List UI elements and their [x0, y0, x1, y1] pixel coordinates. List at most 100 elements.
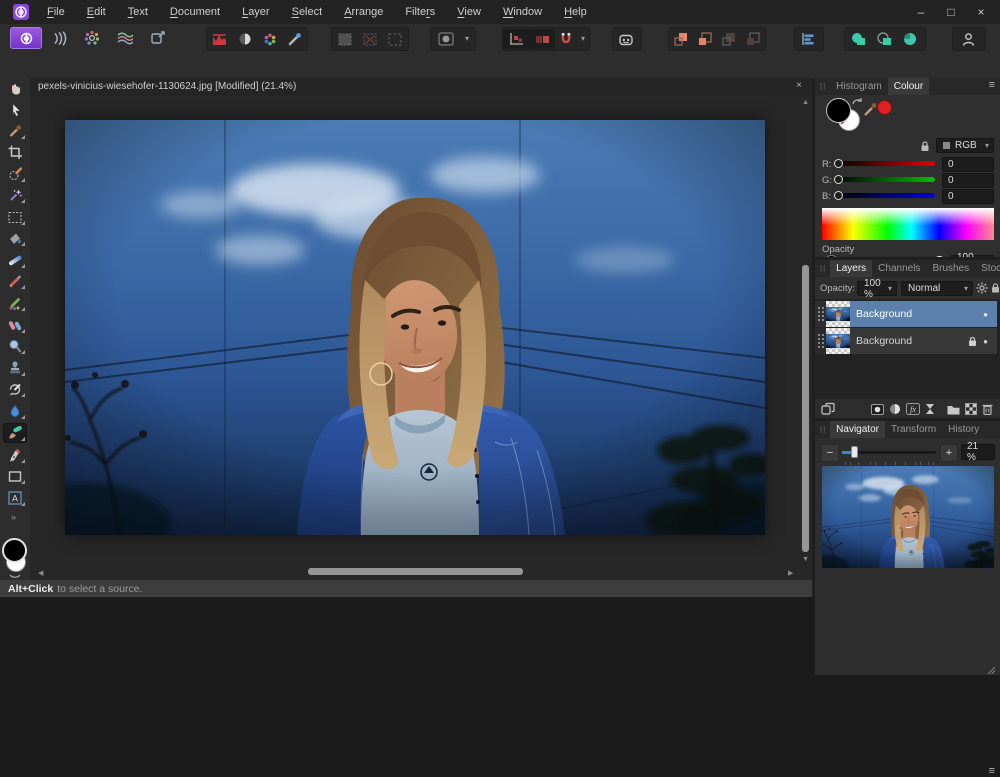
zoom-slider-knob[interactable]: [851, 446, 858, 458]
colour-replacement-brush-tool[interactable]: [3, 293, 27, 313]
panel-grip-icon[interactable]: ||: [820, 425, 826, 434]
green-slider-knob[interactable]: [834, 175, 843, 184]
blue-slider-knob[interactable]: [834, 191, 843, 200]
menu-layer[interactable]: Layer: [231, 6, 281, 18]
geometry-add-button[interactable]: [845, 29, 871, 49]
layer-name[interactable]: Background: [856, 335, 968, 347]
blue-value[interactable]: 0: [942, 189, 994, 204]
layer-row-background-1[interactable]: Background ●: [815, 301, 997, 327]
layer-name[interactable]: Background: [856, 308, 983, 320]
crop-tool[interactable]: [3, 142, 27, 162]
auto-contrast-button[interactable]: [232, 29, 257, 49]
tab-histogram[interactable]: Histogram: [830, 78, 888, 95]
move-forward-button[interactable]: [693, 29, 717, 49]
move-to-front-button[interactable]: [669, 29, 693, 49]
layer-visibility-icon[interactable]: ●: [983, 337, 988, 346]
layer-lock-icon[interactable]: [968, 336, 977, 347]
panel-menu-icon[interactable]: ≡: [989, 765, 995, 777]
red-slider-knob[interactable]: [834, 159, 843, 168]
develop-persona-button[interactable]: [75, 28, 108, 48]
tab-layers[interactable]: Layers: [830, 260, 872, 277]
menu-view[interactable]: View: [446, 6, 492, 18]
pixel-alignment-button[interactable]: [503, 29, 529, 49]
tab-transform[interactable]: Transform: [885, 421, 942, 438]
adjustment-layer-icon[interactable]: [889, 403, 901, 415]
zoom-value[interactable]: 21 %: [961, 444, 995, 460]
auto-white-balance-button[interactable]: [282, 29, 307, 49]
lock-icon[interactable]: [920, 140, 930, 152]
mask-layer-icon[interactable]: [871, 404, 884, 415]
minimize-button[interactable]: –: [908, 2, 934, 22]
quick-mask-button[interactable]: [431, 29, 461, 49]
layer-row-background-2[interactable]: Background ●: [815, 328, 997, 354]
assistant-button[interactable]: [613, 29, 639, 49]
geometry-divide-button[interactable]: [897, 29, 923, 49]
panel-grip-icon[interactable]: ||: [820, 264, 826, 273]
layer-thumbnail[interactable]: [826, 328, 850, 354]
red-value[interactable]: 0: [942, 157, 994, 172]
menu-document[interactable]: Document: [159, 6, 231, 18]
flood-fill-tool[interactable]: [3, 228, 27, 248]
canvas-area[interactable]: ▲ ▼ ◀ ▶: [30, 96, 812, 580]
erase-brush-tool[interactable]: [3, 315, 27, 335]
menu-select[interactable]: Select: [281, 6, 334, 18]
menu-help[interactable]: Help: [553, 6, 598, 18]
liquify-persona-button[interactable]: [42, 28, 75, 48]
zoom-in-button[interactable]: +: [940, 444, 958, 462]
auto-levels-button[interactable]: [207, 29, 232, 49]
menu-arrange[interactable]: Arrange: [333, 6, 394, 18]
green-value[interactable]: 0: [942, 173, 994, 188]
rasterise-selection-button[interactable]: [332, 29, 357, 49]
document-tab[interactable]: pexels-vinicius-wiesehofer-1130624.jpg […: [38, 81, 296, 92]
zoom-out-button[interactable]: −: [821, 444, 839, 462]
tab-navigator[interactable]: Navigator: [830, 421, 885, 438]
pen-tool[interactable]: [3, 445, 27, 465]
green-slider[interactable]: [835, 177, 935, 182]
red-slider[interactable]: [835, 161, 935, 166]
menu-window[interactable]: Window: [492, 6, 553, 18]
scroll-up-icon[interactable]: ▲: [802, 99, 809, 106]
quick-mask-dropdown[interactable]: ▾: [461, 29, 473, 49]
selection-brush-tool[interactable]: [3, 164, 27, 184]
tab-colour[interactable]: Colour: [888, 78, 929, 95]
flood-select-tool[interactable]: [3, 185, 27, 205]
undo-brush-tool[interactable]: [3, 379, 27, 399]
scroll-right-icon[interactable]: ▶: [788, 569, 793, 577]
vertical-scrollbar[interactable]: [802, 265, 809, 552]
group-layers-folder-icon[interactable]: [947, 404, 960, 415]
delete-layer-trash-icon[interactable]: [982, 403, 993, 415]
blend-mode-dropdown[interactable]: Normal▾: [901, 281, 973, 296]
healing-brush-tool[interactable]: [3, 423, 27, 443]
foreground-swatch[interactable]: [2, 538, 27, 563]
scroll-down-icon[interactable]: ▼: [802, 556, 809, 563]
tools-overflow-icon[interactable]: »: [11, 512, 16, 522]
tab-stock[interactable]: Stock: [975, 260, 1000, 277]
layer-visibility-icon[interactable]: ●: [983, 310, 988, 319]
panel-menu-icon[interactable]: ≡: [989, 79, 995, 91]
document-image[interactable]: [65, 120, 765, 535]
export-persona-button[interactable]: [141, 28, 174, 48]
blue-slider[interactable]: [835, 193, 935, 198]
panel-resize-grip-icon[interactable]: [987, 666, 996, 675]
navigator-thumbnail[interactable]: [822, 466, 994, 568]
layer-drag-handle[interactable]: [815, 328, 826, 354]
tab-channels[interactable]: Channels: [872, 260, 926, 277]
close-button[interactable]: ×: [968, 2, 994, 22]
menu-filters[interactable]: Filters: [394, 6, 446, 18]
picked-colour-swatch[interactable]: [877, 100, 892, 115]
primary-colour-swatch[interactable]: [826, 98, 851, 123]
marquee-select-tool[interactable]: [3, 207, 27, 227]
menu-text[interactable]: Text: [117, 6, 159, 18]
deselect-button[interactable]: [357, 29, 382, 49]
colour-picker-tool[interactable]: [3, 121, 27, 141]
hourglass-icon[interactable]: [925, 403, 935, 415]
tab-history[interactable]: History: [942, 421, 985, 438]
horizontal-scrollbar[interactable]: [308, 568, 523, 575]
dodge-brush-tool[interactable]: [3, 336, 27, 356]
scroll-left-icon[interactable]: ◀: [38, 569, 43, 577]
photo-persona-button[interactable]: [10, 27, 42, 49]
panel-grip-icon[interactable]: ||: [820, 82, 826, 91]
selection-outline-button[interactable]: [382, 29, 407, 49]
close-tab-icon[interactable]: ×: [796, 80, 802, 91]
geometry-subtract-button[interactable]: [871, 29, 897, 49]
